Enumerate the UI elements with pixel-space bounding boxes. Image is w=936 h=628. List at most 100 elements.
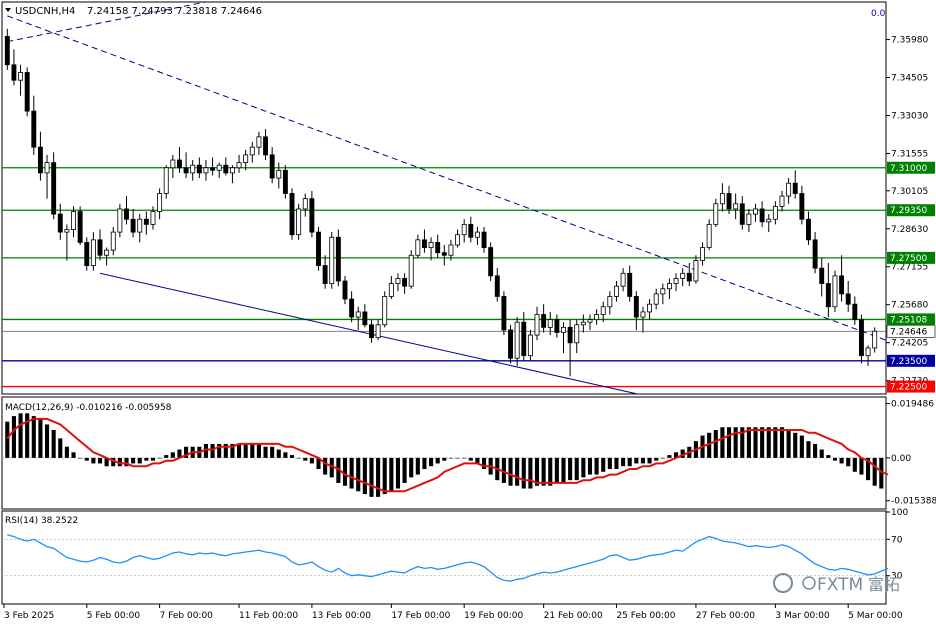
candle-body xyxy=(408,254,414,287)
candle-body xyxy=(4,36,10,66)
macd-bar xyxy=(84,457,89,461)
macd-bar xyxy=(64,446,69,458)
macd-bar xyxy=(323,457,328,475)
macd-bar xyxy=(11,416,16,458)
candle-body xyxy=(11,64,17,81)
candle-body xyxy=(415,239,421,256)
macd-bar xyxy=(409,457,414,478)
candle-body xyxy=(481,231,487,248)
time-tick-label: 7 Feb 00:00 xyxy=(160,611,214,621)
candle-body xyxy=(845,293,851,305)
candle-body xyxy=(799,193,805,220)
macd-bar xyxy=(786,430,791,458)
candle-body xyxy=(653,293,659,305)
candle-body xyxy=(177,159,182,169)
macd-bar xyxy=(250,443,255,458)
candle-body xyxy=(852,303,858,321)
candle-body xyxy=(527,334,533,357)
macd-bar xyxy=(137,457,142,464)
candle xyxy=(832,270,838,312)
macd-bar xyxy=(634,457,639,464)
candle-body xyxy=(700,247,705,261)
candle xyxy=(77,206,83,245)
candle xyxy=(408,250,414,289)
candle-body xyxy=(819,267,825,284)
candle-body xyxy=(124,208,129,220)
macd-tick-label: -0.015388 xyxy=(891,497,936,507)
price-tick-label: 7.34505 xyxy=(891,74,928,84)
macd-bar xyxy=(660,457,665,459)
time-tick-label: 3 Mar 00:00 xyxy=(775,611,830,621)
time-tick-label: 19 Feb 00:00 xyxy=(464,611,523,621)
candle-body xyxy=(402,278,408,287)
candle-body xyxy=(216,164,222,171)
macd-tick-label: 0.00 xyxy=(891,454,911,464)
candle-body xyxy=(547,319,553,328)
candle-body xyxy=(753,208,758,215)
rsi-tick-label: 100 xyxy=(891,508,908,518)
macd-bar xyxy=(528,457,533,489)
candle-body xyxy=(51,162,57,215)
macd-bar xyxy=(18,413,23,458)
candle-body xyxy=(90,239,96,266)
price-panel-frame xyxy=(1,1,887,395)
macd-panel-frame xyxy=(1,396,887,510)
macd-bar xyxy=(462,457,467,459)
macd-bar xyxy=(468,457,473,461)
candle xyxy=(501,291,507,336)
candle-body xyxy=(561,326,566,333)
macd-bar xyxy=(58,438,63,458)
candle xyxy=(488,242,494,282)
price-tick-label: 7.28630 xyxy=(891,225,928,235)
candle-body xyxy=(31,110,37,148)
macd-bar xyxy=(303,457,308,461)
candle-body xyxy=(792,182,798,194)
macd-bar xyxy=(422,457,427,470)
candle-body xyxy=(236,162,242,169)
candle-body xyxy=(77,211,83,243)
candle-body xyxy=(335,236,341,282)
candle-body xyxy=(494,275,500,297)
candle-body xyxy=(71,211,76,230)
chart-canvas: 7.35980 7.34505 7.33030 7.31555 7.30105 7.286… xyxy=(1,1,936,621)
macd-bar xyxy=(309,457,314,464)
candle-body xyxy=(84,242,90,266)
price-tick-label: 7.33030 xyxy=(891,111,928,121)
candle-body xyxy=(567,326,573,344)
candle-body xyxy=(435,242,441,254)
candle-body xyxy=(388,283,394,297)
candle-body xyxy=(666,283,672,290)
candle-body xyxy=(806,218,811,241)
macd-bar xyxy=(726,427,732,458)
time-tick-label: 3 Feb 2025 xyxy=(4,611,54,621)
candle-body xyxy=(693,260,699,282)
macd-bar xyxy=(131,457,136,464)
macd-bar xyxy=(349,457,354,489)
candle-body xyxy=(680,272,686,279)
macd-bar xyxy=(455,457,460,459)
macd-bar xyxy=(144,457,149,461)
candle-body xyxy=(759,208,765,223)
candle-body xyxy=(554,319,560,333)
candle-body xyxy=(289,193,295,236)
time-tick-label: 17 Feb 00:00 xyxy=(391,611,450,621)
candle-body xyxy=(329,236,335,284)
candle-body xyxy=(521,321,527,357)
candle-body xyxy=(355,311,361,318)
macd-bar xyxy=(389,457,394,492)
candle-body xyxy=(660,288,666,295)
macd-bar xyxy=(515,457,520,486)
macd-bar xyxy=(713,430,718,458)
candle xyxy=(24,67,30,117)
time-axis: 3 Feb 2025 5 Feb 00:00 7 Feb 00:00 11 Feb 0… xyxy=(3,604,903,621)
candle-body xyxy=(64,229,70,233)
macd-bar xyxy=(548,457,553,486)
level-label: 7.23500 xyxy=(890,357,927,367)
candle-body xyxy=(627,272,633,297)
candle-body xyxy=(44,162,50,174)
macd-bar xyxy=(31,416,36,458)
macd-bar xyxy=(554,457,559,483)
macd-bar xyxy=(44,424,50,458)
macd-bar xyxy=(561,457,566,483)
candle-body xyxy=(316,231,321,266)
